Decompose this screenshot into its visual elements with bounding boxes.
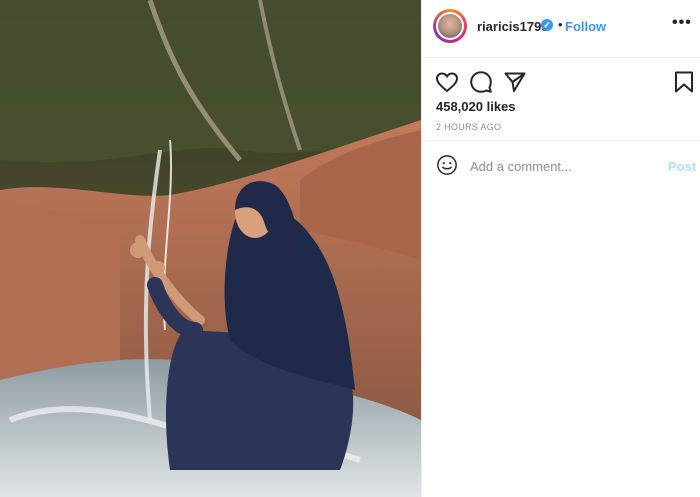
action-bar [422,58,700,100]
post-header: riaricis1795 ✓ • Follow ••• [422,0,700,58]
username-link[interactable]: riaricis1795 [477,19,549,34]
comment-bar: Post [422,140,700,189]
avatar[interactable] [433,9,467,43]
more-options-button[interactable]: ••• [672,14,692,32]
avatar-image [438,14,462,38]
post-timestamp[interactable]: 2 HOURS AGO [436,122,501,132]
post-image [0,0,421,497]
avatar-ring [436,12,464,40]
save-button[interactable] [672,70,696,94]
likes-count[interactable]: 458,020 likes [436,99,516,114]
post-photo[interactable] [0,0,421,497]
comment-icon [470,71,492,93]
separator-dot: • [558,17,563,32]
like-button[interactable] [435,70,459,94]
share-button[interactable] [503,70,527,94]
follow-button[interactable]: Follow [565,19,606,34]
bookmark-icon [675,71,693,93]
smiley-icon [437,155,457,175]
emoji-button[interactable] [436,154,458,181]
heart-icon [435,72,459,93]
verified-badge-icon: ✓ [541,19,553,31]
post-comment-button[interactable]: Post [668,159,696,174]
comment-input[interactable] [470,156,660,176]
post-sidebar: riaricis1795 ✓ • Follow ••• 458,020 like… [421,0,700,497]
comment-button[interactable] [469,70,493,94]
send-icon [504,72,526,92]
